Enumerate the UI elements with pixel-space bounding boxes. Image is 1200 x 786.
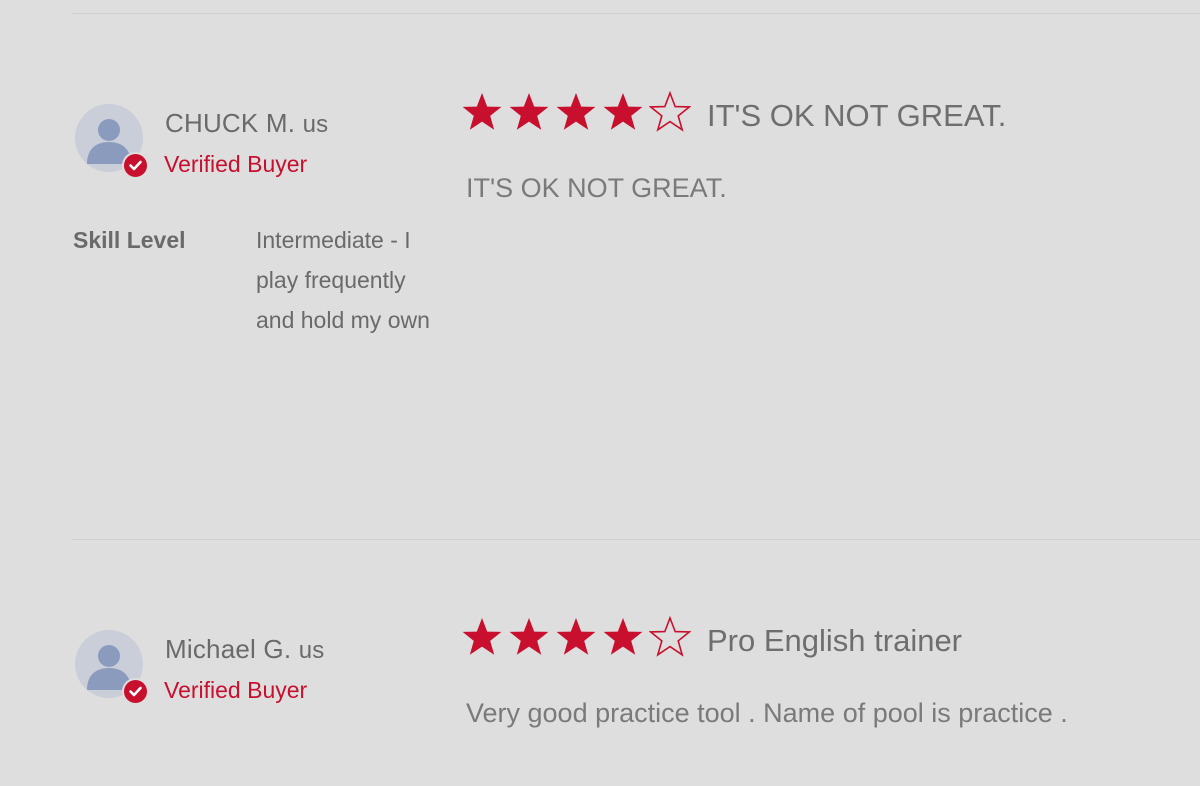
star-filled-icon	[603, 618, 643, 655]
review-body: Very good practice tool . Name of pool i…	[466, 698, 1068, 728]
reviewer-name: Michael G. us	[165, 634, 324, 665]
star-filled-icon	[509, 93, 549, 130]
review-title: Pro English trainer	[707, 623, 963, 658]
verified-buyer-label: Verified Buyer	[164, 677, 308, 703]
verified-check-icon	[122, 678, 149, 705]
star-filled-icon	[462, 618, 502, 655]
review-divider-top	[72, 13, 1200, 14]
star-filled-icon	[556, 93, 596, 130]
reviewer-name: CHUCK M. us	[165, 108, 328, 139]
star-filled-icon	[509, 618, 549, 655]
star-filled-icon	[556, 618, 596, 655]
star-rating	[461, 91, 691, 133]
star-rating	[461, 616, 691, 658]
star-empty-icon	[649, 616, 691, 657]
reviewer-name-text: CHUCK M.	[165, 108, 296, 138]
star-empty-icon	[649, 91, 691, 132]
reviewer-country: us	[298, 637, 325, 664]
skill-level-value: Intermediate - I play frequently and hol…	[256, 227, 430, 333]
verified-buyer-label: Verified Buyer	[164, 151, 308, 177]
star-filled-icon	[462, 93, 502, 130]
skill-level-label: Skill Level	[73, 227, 186, 253]
review-divider	[72, 539, 1200, 540]
star-filled-icon	[603, 93, 643, 130]
verified-check-icon	[122, 152, 149, 179]
reviewer-name-text: Michael G.	[165, 634, 292, 664]
review-title: IT'S OK NOT GREAT.	[707, 98, 1007, 133]
review-body: IT'S OK NOT GREAT.	[466, 173, 727, 203]
reviewer-country: us	[302, 111, 329, 138]
